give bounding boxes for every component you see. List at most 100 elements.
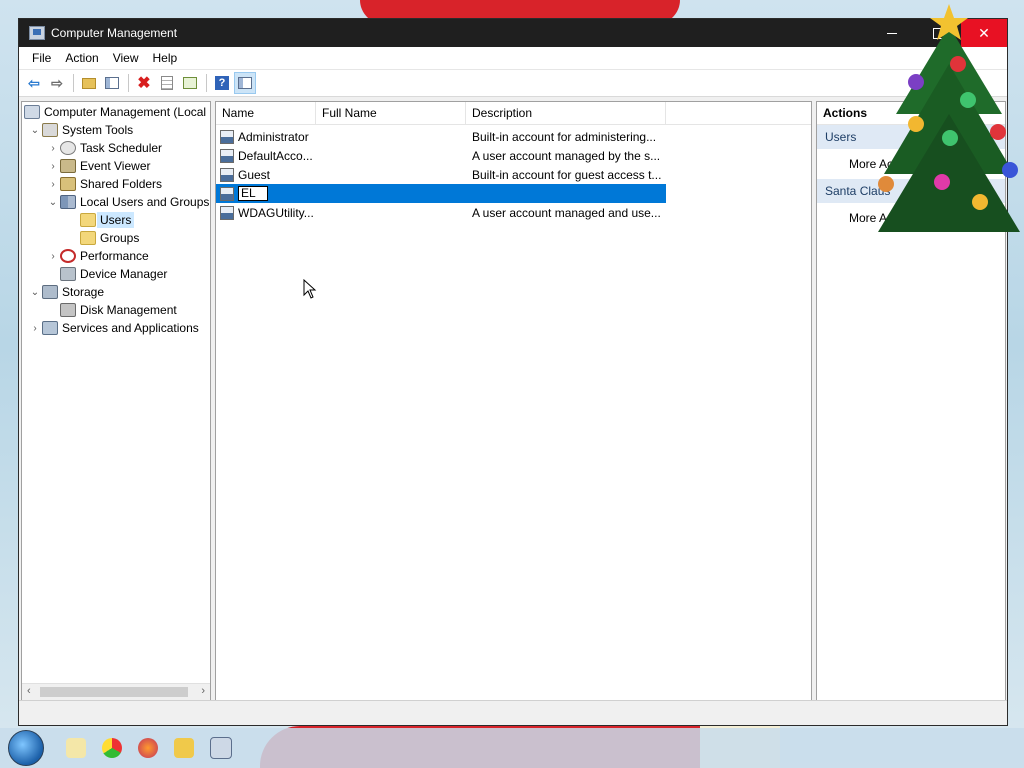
list-item-selected[interactable]: EL (216, 184, 666, 203)
collapse-icon[interactable]: ⌄ (46, 197, 60, 208)
user-name: Administrator (238, 129, 309, 144)
collapse-icon[interactable]: ⌄ (28, 125, 42, 136)
user-description: Built-in account for guest access t... (472, 167, 662, 182)
menu-view[interactable]: View (106, 47, 146, 69)
user-icon (220, 186, 234, 201)
clock-icon (60, 141, 76, 155)
expand-icon[interactable]: › (46, 161, 60, 172)
menu-help[interactable]: Help (146, 47, 185, 69)
export-icon (183, 77, 197, 89)
tree-item-users[interactable]: Users (22, 211, 210, 229)
computer-management-window: Computer Management ✕ File Action View H… (18, 18, 1008, 726)
computer-management-taskbar-icon[interactable] (210, 737, 232, 759)
back-button[interactable]: ⇦ (23, 72, 45, 94)
tree-item-system-tools[interactable]: ⌄ System Tools (22, 121, 210, 139)
list-header: Name Full Name Description (216, 102, 811, 125)
start-button[interactable] (8, 730, 44, 766)
title-bar[interactable]: Computer Management ✕ (19, 19, 1007, 47)
delete-button[interactable]: ✖ (133, 72, 155, 94)
menu-file[interactable]: File (25, 47, 58, 69)
tree-item-storage[interactable]: ⌄ Storage (22, 283, 210, 301)
toolbar-separator (206, 74, 207, 92)
tree-item-label: Shared Folders (80, 177, 163, 191)
chrome-icon[interactable] (102, 738, 122, 758)
tree-item-performance[interactable]: › Performance (22, 247, 210, 265)
file-icon[interactable] (66, 738, 86, 758)
user-description: Built-in account for administering... (472, 129, 657, 144)
window-title: Computer Management (51, 26, 178, 40)
computer-management-icon (29, 26, 45, 40)
mouse-cursor-icon (303, 279, 317, 299)
tree-item-disk-management[interactable]: Disk Management (22, 301, 210, 319)
toolbar-separator (73, 74, 74, 92)
firefox-icon[interactable] (138, 738, 158, 758)
tree-item-label: Services and Applications (62, 321, 199, 335)
show-hide-action-pane-button[interactable] (234, 72, 256, 94)
list-item[interactable]: DefaultAcco... A user account managed by… (216, 146, 811, 165)
tree-item-label: Computer Management (Local (44, 105, 207, 119)
tree-list: Computer Management (Local ⌄ System Tool… (22, 102, 210, 337)
tree-item-computer-management[interactable]: Computer Management (Local (22, 103, 210, 121)
expand-icon[interactable]: › (28, 323, 42, 334)
column-header-description[interactable]: Description (466, 102, 666, 124)
users-groups-icon (60, 195, 76, 209)
console-tree: Computer Management (Local ⌄ System Tool… (21, 101, 211, 701)
scroll-right-icon[interactable]: › (201, 685, 205, 697)
properties-button[interactable] (156, 72, 178, 94)
tree-item-label: Device Manager (80, 267, 168, 281)
export-list-button[interactable] (179, 72, 201, 94)
scroll-thumb[interactable] (40, 687, 188, 697)
tree-item-label: Storage (62, 285, 105, 299)
folder-icon (80, 213, 96, 227)
tree-item-services-and-applications[interactable]: › Services and Applications (22, 319, 210, 337)
status-bar (19, 700, 1007, 725)
expand-icon[interactable]: › (46, 179, 60, 190)
help-button[interactable]: ? (211, 72, 233, 94)
list-body: Administrator Built-in account for admin… (216, 125, 811, 222)
tree-item-event-viewer[interactable]: › Event Viewer (22, 157, 210, 175)
user-name: Guest (238, 167, 271, 182)
list-item[interactable]: WDAGUtility... A user account managed an… (216, 203, 811, 222)
event-viewer-icon (60, 159, 76, 173)
list-item[interactable]: Guest Built-in account for guest access … (216, 165, 811, 184)
column-header-full-name[interactable]: Full Name (316, 102, 466, 124)
christmas-tree-decoration (878, 4, 1020, 232)
show-hide-tree-button[interactable] (101, 72, 123, 94)
tree-item-groups[interactable]: Groups (22, 229, 210, 247)
folder-up-icon (82, 77, 96, 89)
user-icon (220, 167, 234, 182)
scroll-left-icon[interactable]: ‹ (27, 685, 31, 697)
user-description: A user account managed by the s... (472, 148, 661, 163)
expand-icon[interactable]: › (46, 143, 60, 154)
device-manager-icon (60, 267, 76, 281)
column-header-name[interactable]: Name (216, 102, 316, 124)
list-item[interactable]: Administrator Built-in account for admin… (216, 127, 811, 146)
action-pane-icon (238, 77, 252, 89)
folder-icon (80, 231, 96, 245)
menu-action[interactable]: Action (58, 47, 105, 69)
collapse-icon[interactable]: ⌄ (28, 287, 42, 298)
expand-icon[interactable]: › (46, 251, 60, 262)
rename-input[interactable]: EL (238, 186, 268, 201)
forward-arrow-icon: ⇨ (51, 74, 63, 91)
forward-button[interactable]: ⇨ (46, 72, 68, 94)
tree-item-label: Task Scheduler (80, 141, 163, 155)
computer-icon (24, 105, 40, 119)
tree-item-label: Users (97, 212, 135, 228)
tree-item-shared-folders[interactable]: › Shared Folders (22, 175, 210, 193)
users-list-pane: Name Full Name Description Administrator… (215, 101, 812, 701)
tree-item-local-users-and-groups[interactable]: ⌄ Local Users and Groups (22, 193, 210, 211)
back-arrow-icon: ⇦ (28, 74, 40, 91)
user-icon (220, 148, 234, 163)
help-icon: ? (215, 76, 229, 90)
up-one-level-button[interactable] (78, 72, 100, 94)
disk-icon (60, 303, 76, 317)
delete-icon: ✖ (137, 75, 151, 92)
user-name: WDAGUtility... (238, 205, 314, 220)
performance-icon (60, 249, 76, 263)
file-explorer-icon[interactable] (174, 738, 194, 758)
tree-item-task-scheduler[interactable]: › Task Scheduler (22, 139, 210, 157)
tree-horizontal-scrollbar[interactable]: ‹ › (22, 683, 210, 700)
tree-item-label: Local Users and Groups (80, 195, 210, 209)
tree-item-device-manager[interactable]: Device Manager (22, 265, 210, 283)
